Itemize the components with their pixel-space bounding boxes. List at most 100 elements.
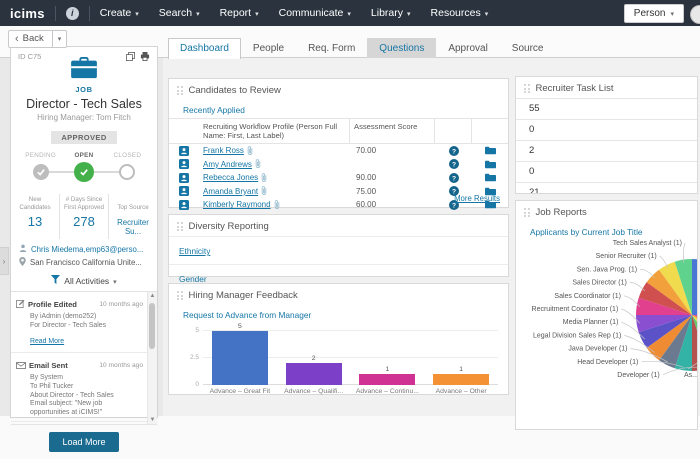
drag-handle-icon[interactable] — [177, 222, 183, 231]
nav-item-report[interactable]: Report — [210, 0, 269, 26]
print-icon[interactable] — [140, 52, 150, 61]
scroll-down-icon[interactable]: ▼ — [148, 417, 157, 423]
drag-handle-icon[interactable] — [177, 291, 183, 300]
drag-handle-icon[interactable] — [524, 84, 530, 93]
request-to-advance-link[interactable]: Request to Advance from Manager — [183, 310, 311, 320]
read-more-link[interactable]: Read More — [30, 338, 64, 345]
candidate-profile-icon[interactable] — [169, 173, 199, 183]
back-button[interactable]: ‹ Back — [8, 30, 53, 48]
activity-item: Email Sent10 months agoBy SystemTo Phil … — [11, 353, 148, 422]
activities-filter[interactable]: All Activities — [11, 271, 157, 292]
question-icon[interactable]: ? — [436, 159, 472, 169]
icims-logo[interactable]: icims — [0, 6, 55, 21]
tab-req-form[interactable]: Req. Form — [296, 38, 367, 58]
panel-title: Candidates to Review — [189, 85, 281, 96]
stage-label: CLOSED — [113, 152, 141, 162]
stat-value[interactable]: Recruiter Su... — [111, 218, 155, 236]
question-icon[interactable]: ? — [436, 146, 472, 156]
tab-source[interactable]: Source — [500, 38, 556, 58]
nav-item-communicate[interactable]: Communicate — [269, 0, 361, 26]
drag-handle-icon[interactable] — [524, 208, 530, 217]
help-icon[interactable]: i — [66, 7, 79, 20]
nav-item-create[interactable]: Create — [90, 0, 149, 26]
activity-title: Profile Edited — [28, 300, 96, 309]
bar-value-label: 1 — [459, 366, 463, 373]
folder-icon[interactable] — [472, 146, 508, 155]
stat-value[interactable]: 278 — [62, 214, 106, 229]
pie-slice[interactable] — [692, 259, 698, 315]
nav-item-search[interactable]: Search — [149, 0, 210, 26]
candidate-profile-icon[interactable] — [169, 186, 199, 196]
top-nav: icims i CreateSearch Report CommunicateLib… — [0, 0, 700, 26]
task-row[interactable]: 2 — [516, 141, 697, 162]
avatar[interactable] — [690, 5, 700, 24]
activity-detail: For Director - Tech Sales — [30, 322, 143, 331]
assessment-score: 70.00 — [352, 146, 436, 155]
tab-approval[interactable]: Approval — [436, 38, 499, 58]
activity-scrollbar[interactable]: ▲ ▼ — [147, 292, 157, 424]
activity-timestamp: 10 months ago — [99, 301, 143, 308]
candidate-profile-icon[interactable] — [169, 200, 199, 210]
bar[interactable] — [359, 374, 415, 385]
diversity-link-ethnicity[interactable]: Ethnicity — [179, 246, 210, 256]
chevron-down-icon — [407, 7, 411, 19]
nav-item-library[interactable]: Library — [361, 0, 421, 26]
pie-label: Sales Director (1) — [572, 280, 626, 287]
more-results-link[interactable]: More Results — [454, 194, 500, 203]
pie-label: Java Developer (1) — [568, 346, 627, 353]
drag-handle-icon[interactable] — [177, 86, 183, 95]
candidate-name-link[interactable]: Amanda Bryant — [203, 187, 258, 196]
chevron-down-icon — [255, 7, 259, 19]
bar[interactable] — [286, 363, 342, 385]
stage-label: PENDING — [25, 152, 56, 162]
copy-icon[interactable] — [126, 52, 135, 61]
chevron-down-icon — [135, 7, 139, 19]
candidate-profile-icon[interactable] — [169, 146, 199, 156]
recruiter-contact-link[interactable]: Chris Miedema,emp63@perso... — [31, 245, 143, 254]
chevron-left-icon: ‹ — [15, 35, 19, 43]
activity-detail: Email subject: "New job opportunities at… — [30, 400, 143, 417]
candidate-profile-icon[interactable] — [169, 159, 199, 169]
bar-category-label: Advance – Great Fit — [203, 388, 277, 395]
task-row[interactable]: 0 — [516, 120, 697, 141]
load-more-button[interactable]: Load More — [49, 432, 118, 452]
job-location: San Francisco California Unite... — [30, 258, 142, 267]
bar[interactable] — [433, 374, 489, 385]
bar[interactable] — [212, 331, 268, 385]
task-row[interactable]: 0 — [516, 162, 697, 183]
back-button-group: ‹ Back — [8, 30, 67, 48]
filter-funnel-icon — [51, 275, 60, 286]
stage-circle-empty — [119, 164, 135, 180]
candidate-name-link[interactable]: Rebecca Jones — [203, 173, 258, 182]
nav-item-label: Report — [220, 7, 252, 19]
applicants-by-job-title-link[interactable]: Applicants by Current Job Title — [530, 227, 643, 237]
scroll-up-icon[interactable]: ▲ — [148, 293, 157, 299]
task-row[interactable]: 21 — [516, 183, 697, 194]
tab-people[interactable]: People — [241, 38, 296, 58]
back-dropdown-button[interactable] — [53, 30, 68, 48]
person-button-label: Person — [634, 8, 666, 19]
recently-applied-link[interactable]: Recently Applied — [183, 105, 245, 115]
activity-detail: To Phil Tucker — [30, 383, 143, 392]
activity-detail: By iAdmin (demo252) — [30, 313, 143, 322]
bar-column: 1 — [351, 331, 425, 385]
candidate-name-link[interactable]: Frank Ross — [203, 146, 244, 155]
question-icon[interactable]: ? — [436, 173, 472, 183]
sidebar-collapse-handle[interactable]: › — [0, 247, 9, 275]
tab-questions[interactable]: Questions — [367, 38, 436, 58]
folder-icon[interactable] — [472, 160, 508, 169]
stage-closed: CLOSED — [106, 152, 149, 182]
tab-dashboard[interactable]: Dashboard — [168, 38, 241, 59]
person-button[interactable]: Person — [624, 4, 684, 23]
candidate-name-link[interactable]: Amy Andrews — [203, 160, 252, 169]
stat-label: New Candidates — [13, 196, 57, 212]
y-tick-label: 5 — [179, 327, 199, 334]
nav-item-resources[interactable]: Resources — [421, 0, 499, 26]
candidate-name-link[interactable]: Kimberly Raymond — [203, 200, 271, 209]
folder-icon[interactable] — [472, 173, 508, 182]
task-row[interactable]: 55 — [516, 99, 697, 120]
activity-timestamp: 10 months ago — [99, 362, 143, 369]
scrollbar-thumb[interactable] — [149, 303, 155, 349]
stat-value[interactable]: 13 — [13, 214, 57, 229]
stage-open: OPEN — [62, 152, 105, 182]
